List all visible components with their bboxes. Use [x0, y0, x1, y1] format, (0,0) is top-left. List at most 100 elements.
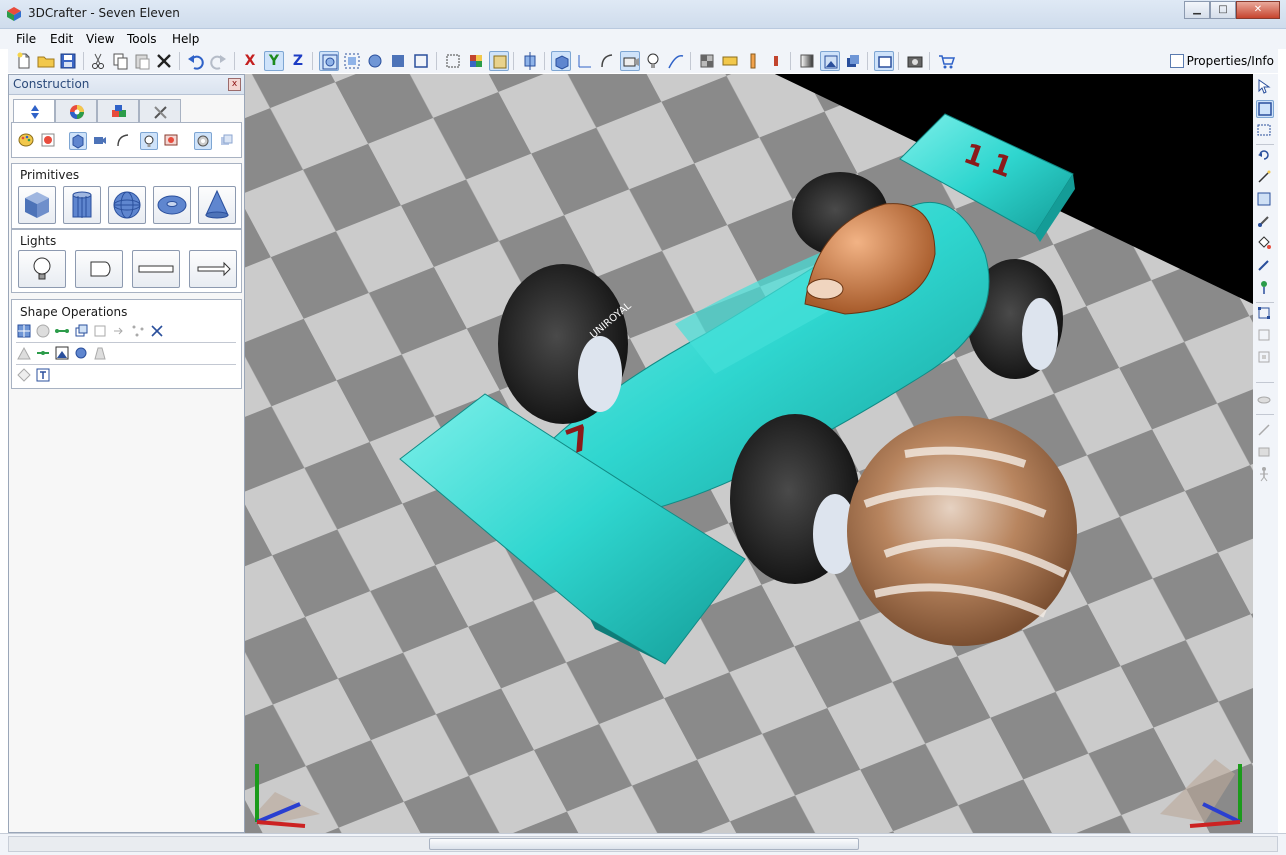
frame-icon[interactable] — [411, 51, 431, 71]
brush-icon[interactable] — [1256, 213, 1274, 231]
axis-x-toggle[interactable]: X — [240, 51, 260, 71]
rotate-tool-icon[interactable] — [1256, 147, 1274, 165]
select-tool-icon[interactable] — [443, 51, 463, 71]
scatter-op-icon[interactable] — [130, 323, 146, 339]
zoom-all-icon[interactable] — [365, 51, 385, 71]
tab-tools[interactable] — [139, 99, 181, 122]
3d-viewport[interactable]: 1 1 UNIROYAL 7 — [245, 74, 1253, 833]
scrollbar-thumb[interactable] — [429, 838, 859, 850]
eyedropper-icon[interactable] — [1256, 257, 1274, 275]
path-icon[interactable] — [666, 51, 686, 71]
pointer-tool-icon[interactable] — [1256, 78, 1274, 96]
snapshot-camera-icon[interactable] — [905, 51, 925, 71]
zoom-fit-icon[interactable] — [319, 51, 339, 71]
checker-material-icon[interactable] — [466, 51, 486, 71]
minimize-button[interactable]: ▁ — [1184, 1, 1210, 19]
primitive-cylinder-button[interactable] — [63, 186, 101, 224]
light-bulb-icon[interactable] — [643, 51, 663, 71]
diamond-op-icon[interactable] — [16, 367, 32, 383]
color-picker-icon[interactable] — [40, 132, 58, 150]
shading-icon[interactable] — [797, 51, 817, 71]
floor-grid-icon[interactable] — [697, 51, 717, 71]
cut-button[interactable] — [88, 51, 108, 71]
lathe-op-icon[interactable] — [16, 345, 32, 361]
menu-help[interactable]: Help — [172, 32, 199, 46]
spot-light-button[interactable] — [75, 250, 123, 288]
zoom-selected-icon[interactable] — [388, 51, 408, 71]
solid-cube-icon[interactable] — [69, 132, 87, 150]
save-button[interactable] — [58, 51, 78, 71]
close-button[interactable]: ✕ — [1236, 1, 1280, 19]
text-op-icon[interactable] — [35, 367, 51, 383]
menu-edit[interactable]: Edit — [50, 32, 73, 46]
figure-tool-icon[interactable] — [1256, 466, 1274, 484]
menu-file[interactable]: File — [16, 32, 36, 46]
primitive-cube-button[interactable] — [18, 186, 56, 224]
grid-op-icon[interactable] — [16, 323, 32, 339]
tab-construction[interactable] — [13, 99, 55, 123]
menu-view[interactable]: View — [86, 32, 114, 46]
transform-box-icon[interactable] — [1256, 305, 1274, 323]
directional-light-button[interactable] — [189, 250, 237, 288]
copy-button[interactable] — [110, 51, 130, 71]
oval-tool-icon[interactable] — [1256, 392, 1274, 410]
scissor-op-icon[interactable] — [149, 323, 165, 339]
marker-icon[interactable] — [766, 51, 786, 71]
primitive-torus-button[interactable] — [153, 186, 191, 224]
copy-op-icon[interactable] — [73, 323, 89, 339]
bend-small-icon[interactable] — [115, 132, 133, 150]
shopping-cart-icon[interactable] — [936, 51, 956, 71]
push-op-icon[interactable] — [111, 323, 127, 339]
undo-button[interactable] — [186, 51, 206, 71]
zoom-region-icon[interactable] — [342, 51, 362, 71]
link-op-icon[interactable] — [54, 323, 70, 339]
image-tool-icon[interactable] — [1256, 191, 1274, 209]
texture-icon[interactable] — [489, 51, 509, 71]
tab-color[interactable] — [55, 99, 97, 122]
axes-icon[interactable] — [574, 51, 594, 71]
paint-bucket-icon[interactable] — [1256, 235, 1274, 253]
pin-tool-icon[interactable] — [1256, 279, 1274, 297]
settings-gear-icon[interactable] — [194, 132, 212, 150]
dotted-select-tool-icon[interactable] — [1256, 122, 1274, 140]
picture-icon[interactable] — [163, 132, 181, 150]
axis-y-toggle[interactable]: Y — [264, 51, 284, 71]
tab-material[interactable] — [97, 99, 139, 122]
axis-z-toggle[interactable]: Z — [288, 51, 308, 71]
panel-close-button[interactable]: x — [228, 78, 241, 91]
primitive-sphere-button[interactable] — [108, 186, 146, 224]
paste-button[interactable] — [132, 51, 152, 71]
properties-info-button[interactable]: Properties/Info — [1169, 51, 1274, 71]
rect-select-tool-icon[interactable] — [1256, 100, 1274, 118]
delete-button[interactable] — [154, 51, 174, 71]
render-icon[interactable] — [720, 51, 740, 71]
open-folder-button[interactable] — [36, 51, 56, 71]
pencil-icon[interactable] — [743, 51, 763, 71]
linear-light-button[interactable] — [132, 250, 180, 288]
menu-tools[interactable]: Tools — [127, 32, 157, 46]
new-file-button[interactable] — [14, 51, 34, 71]
window-view-icon[interactable] — [874, 51, 894, 71]
primitive-cone-button[interactable] — [198, 186, 236, 224]
scale-box-icon[interactable] — [1256, 327, 1274, 345]
horizontal-scrollbar[interactable] — [8, 836, 1278, 852]
bend-icon[interactable] — [597, 51, 617, 71]
background-image-icon[interactable] — [820, 51, 840, 71]
ball-op-icon[interactable] — [73, 345, 89, 361]
chain-op-icon[interactable] — [35, 345, 51, 361]
joint-tool-icon[interactable] — [1256, 444, 1274, 462]
maximize-button[interactable]: □ — [1210, 1, 1236, 19]
sphere-op-icon[interactable] — [35, 323, 51, 339]
bone-tool-icon[interactable] — [1256, 422, 1274, 440]
copies-icon[interactable] — [218, 132, 236, 150]
image-op-icon[interactable] — [54, 345, 70, 361]
extrude-op-icon[interactable] — [92, 345, 108, 361]
redo-button[interactable] — [208, 51, 228, 71]
paint-palette-icon[interactable] — [18, 132, 36, 150]
camera-small-icon[interactable] — [92, 132, 110, 150]
camera-icon[interactable] — [620, 51, 640, 71]
solid-view-icon[interactable] — [551, 51, 571, 71]
magic-wand-icon[interactable] — [1256, 169, 1274, 187]
point-light-button[interactable] — [18, 250, 66, 288]
resize-box-icon[interactable] — [1256, 349, 1274, 367]
